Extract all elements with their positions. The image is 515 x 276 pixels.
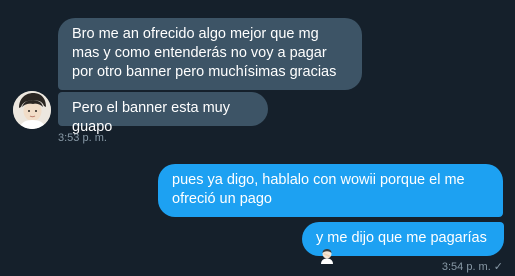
avatar-face-icon	[13, 91, 51, 129]
timestamp-text: 3:54 p. m.	[441, 261, 491, 273]
read-check-icon: ✓	[493, 261, 503, 273]
message-timestamp: 3:54 p. m. ✓	[442, 261, 503, 274]
incoming-message[interactable]: Pero el banner esta muy guapo	[58, 92, 268, 135]
outgoing-message[interactable]: pues ya digo, hablalo con wowii porque e…	[158, 164, 503, 217]
conversation-thread: Bro me an ofrecido algo mejor que mg mas…	[0, 0, 515, 276]
outgoing-message[interactable]: y me dijo que me pagarías	[302, 222, 504, 264]
message-timestamp: 3:53 p. m.	[58, 132, 107, 144]
outgoing-message-text: y me dijo que me pagarías	[316, 230, 487, 246]
incoming-message[interactable]: Bro me an ofrecido algo mejor que mg mas…	[58, 18, 362, 90]
avatar[interactable]	[13, 91, 51, 129]
man-facepalming-icon	[319, 248, 335, 270]
